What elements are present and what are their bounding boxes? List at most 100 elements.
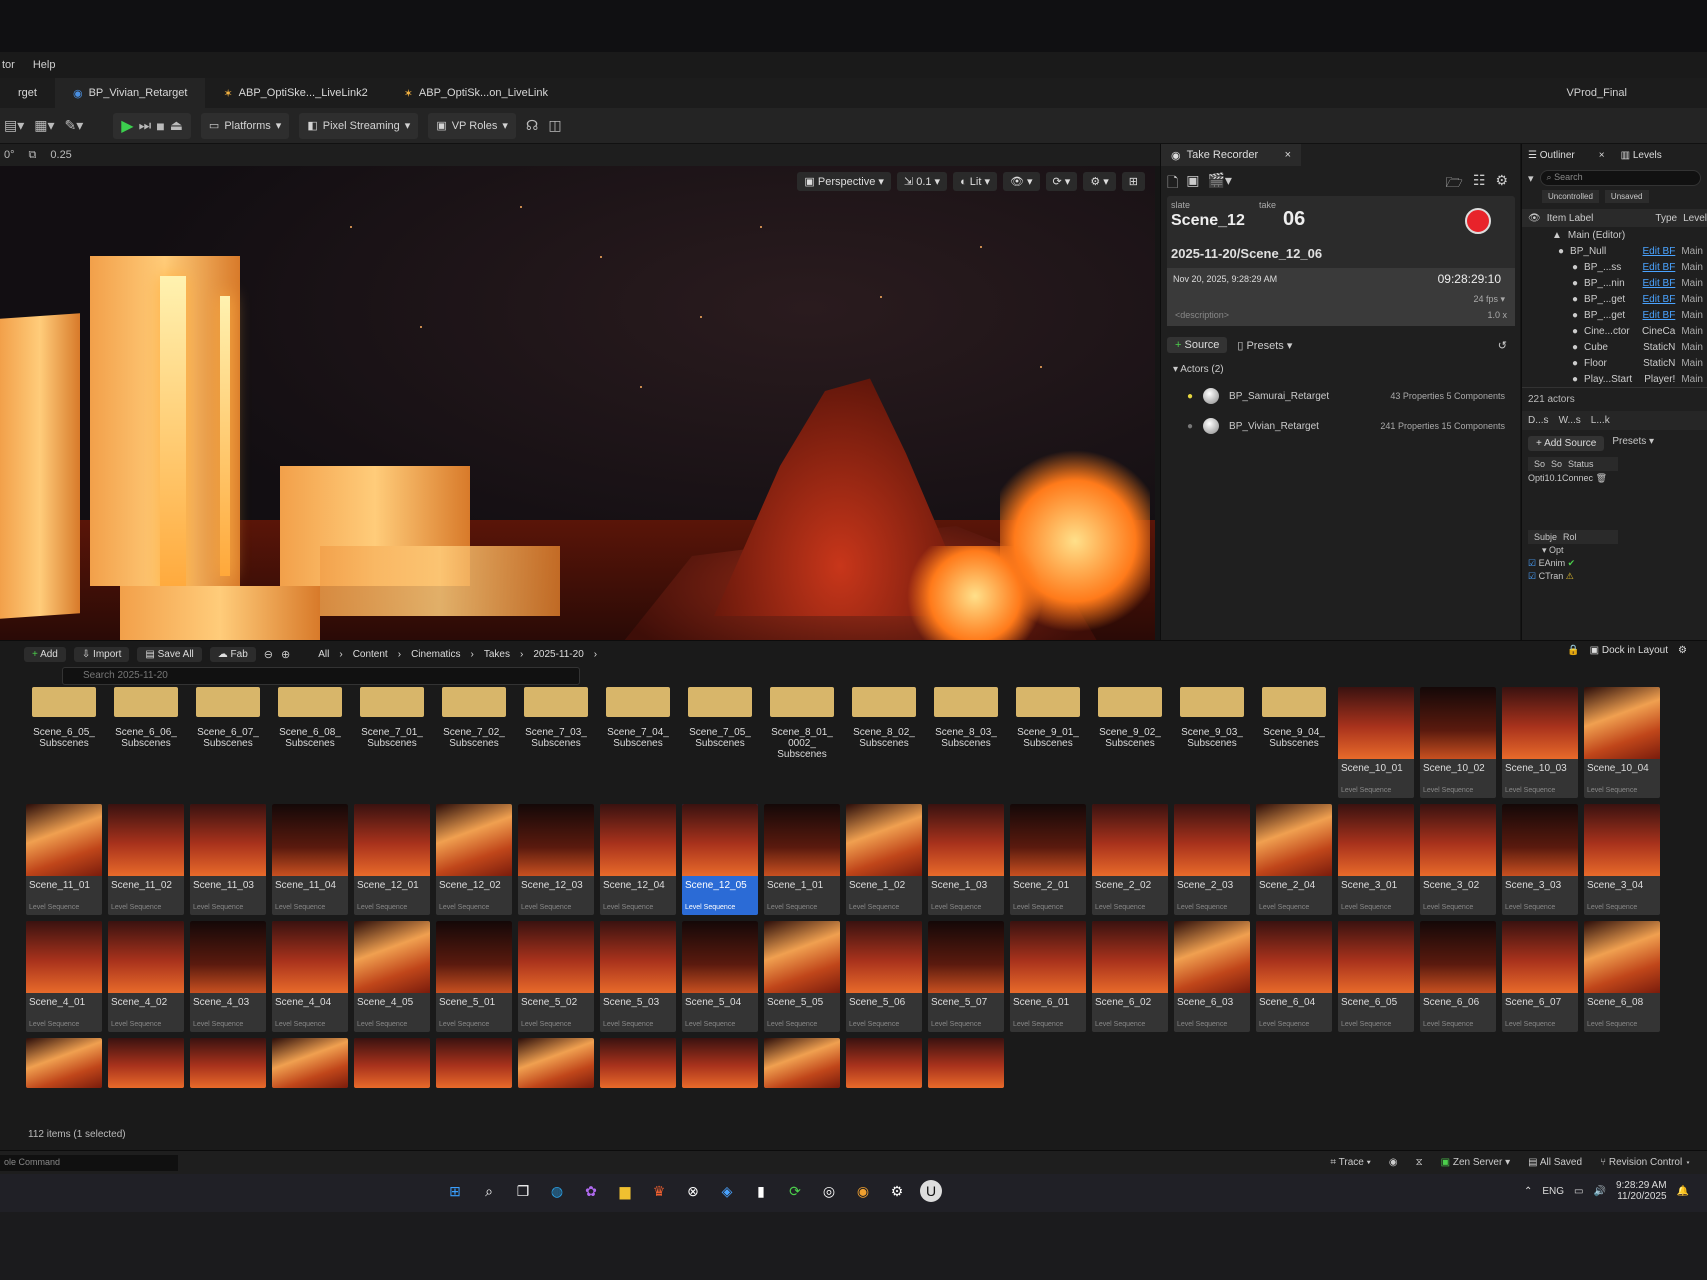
item-type[interactable]: Edit BF [1643,294,1676,305]
take-field[interactable]: 06 [1283,208,1305,231]
menu-item-help[interactable]: Help [33,59,56,71]
level-sequence-asset[interactable]: Scene_5_04 Level Sequence [682,921,758,1032]
new-take-icon[interactable]: 🗋 [1167,172,1178,196]
subject-row[interactable]: ▾ Opt [1522,544,1707,557]
checkbox-icon[interactable]: ☑ [1528,571,1536,581]
forward-icon[interactable]: ⊕ [281,648,290,661]
level-sequence-asset[interactable]: Scene_3_01 Level Sequence [1338,804,1414,915]
folder-item[interactable]: Scene_9_01_ Subscenes [1010,687,1086,779]
level-sequence-asset[interactable]: Scene_1_03 Level Sequence [928,804,1004,915]
column-type[interactable]: Type [1655,213,1677,224]
level-sequence-asset[interactable]: Scene_4_01 Level Sequence [26,921,102,1032]
folder-item[interactable]: Scene_6_05_ Subscenes [26,687,102,779]
folder-item[interactable]: Scene_9_03_ Subscenes [1174,687,1250,779]
level-sequence-asset[interactable]: Scene_4_02 Level Sequence [108,921,184,1032]
breadcrumb-item[interactable]: All [318,649,329,660]
settings-icon[interactable]: ⚙ [1678,645,1687,656]
level-sequence-asset[interactable] [518,1038,594,1088]
item-type[interactable]: Edit BF [1643,278,1676,289]
trace-button[interactable]: ⌗ Trace ▾ [1330,1157,1370,1168]
level-sequence-asset[interactable]: Scene_5_07 Level Sequence [928,921,1004,1032]
level-sequence-asset[interactable]: Scene_3_04 Level Sequence [1584,804,1660,915]
outliner-row[interactable]: ● BP_...nin Edit BF Main [1522,275,1707,291]
level-sequence-asset[interactable]: Scene_6_07 Level Sequence [1502,921,1578,1032]
perspective-button[interactable]: ▣ Perspective ▾ [797,172,891,191]
breadcrumb-item[interactable]: 2025-11-20 [533,649,583,660]
save-all-button[interactable]: ▤ Save All [137,646,202,662]
obs-icon[interactable]: ⊗ [682,1180,704,1202]
brave-icon[interactable]: ♛ [648,1180,670,1202]
level-sequence-asset[interactable]: Scene_1_02 Level Sequence [846,804,922,915]
folder-item[interactable]: Scene_7_05_ Subscenes [682,687,758,779]
outliner-search[interactable]: ⌕ Search [1539,170,1701,186]
level-sequence-asset[interactable]: Scene_10_04 Level Sequence [1584,687,1660,798]
clock[interactable]: 9:28:29 AM 11/20/2025 [1616,1180,1667,1202]
add-source-button[interactable]: + Source [1167,337,1228,353]
menu-item-tools[interactable]: tor [2,59,15,71]
copilot-icon[interactable]: ✿ [580,1180,602,1202]
vp-roles-button[interactable]: ▣ VP Roles ▾ [428,112,516,139]
level-sequence-asset[interactable] [764,1038,840,1088]
pixel-streaming-button[interactable]: ◧ Pixel Streaming ▾ [299,112,419,139]
revision-control-button[interactable]: ⑂ Revision Control ▾ [1600,1157,1691,1168]
folder-item[interactable]: Scene_6_08_ Subscenes [272,687,348,779]
actor-row[interactable]: ● BP_Vivian_Retarget 241 Properties 15 C… [1167,411,1515,441]
record-icon[interactable]: ◉ [1389,1157,1398,1168]
dock-in-layout-button[interactable]: ▣ Dock in Layout [1590,645,1668,656]
level-sequence-asset[interactable]: Scene_5_06 Level Sequence [846,921,922,1032]
app-icon[interactable]: ◈ [716,1180,738,1202]
level-sequence-asset[interactable]: Scene_12_04 Level Sequence [600,804,676,915]
close-icon[interactable]: × [1285,149,1291,161]
level-sequence-asset[interactable]: Scene_2_02 Level Sequence [1092,804,1168,915]
level-sequence-asset[interactable] [26,1038,102,1088]
level-sequence-asset[interactable] [436,1038,512,1088]
level-sequence-asset[interactable]: Scene_2_04 Level Sequence [1256,804,1332,915]
outliner-row[interactable]: ● BP_...get Edit BF Main [1522,307,1707,323]
tab-bp-vivian[interactable]: ◉ BP_Vivian_Retarget [54,78,206,108]
folder-item[interactable]: Scene_9_04_ Subscenes [1256,687,1332,779]
content-search-input[interactable]: Search 2025-11-20 [62,667,580,685]
realtime-icon[interactable]: ⟳ ▾ [1045,172,1078,191]
outliner-row[interactable]: ▲ Main (Editor) [1522,227,1707,243]
level-sequence-asset[interactable]: Scene_10_01 Level Sequence [1338,687,1414,798]
slate-field[interactable]: Scene_12 [1171,212,1245,230]
content-icon[interactable]: ▦▾ [34,117,54,134]
folder-item[interactable]: Scene_8_01_ 0002_ Subscenes [764,687,840,779]
tab-abp-livelink2[interactable]: ✶ ABP_OptiSke..._LiveLink2 [205,78,385,108]
outliner-row[interactable]: ● BP_Null Edit BF Main [1522,243,1707,259]
close-icon[interactable]: × [1599,150,1605,161]
reset-icon[interactable]: ↺ [1498,339,1507,352]
settings-icon[interactable]: ⚙ [1495,172,1508,196]
level-sequence-asset[interactable] [682,1038,758,1088]
eject-icon[interactable]: ⏏ [170,117,183,134]
level-sequence-asset[interactable]: Scene_11_03 Level Sequence [190,804,266,915]
tree-icon[interactable]: ☷ [1473,172,1486,196]
livelink-source-row[interactable]: Opti10.1Connec 🗑 [1522,471,1707,486]
level-sequence-asset[interactable]: Scene_2_01 Level Sequence [1010,804,1086,915]
chrome-icon[interactable]: ◉ [852,1180,874,1202]
level-sequence-asset[interactable]: Scene_10_02 Level Sequence [1420,687,1496,798]
fab-button[interactable]: ☁ Fab [209,646,256,662]
blueprint-menu-icon[interactable]: ✎▾ [65,117,84,134]
search-icon[interactable]: ⌕ [478,1180,500,1202]
add-button[interactable]: + Add [24,646,66,662]
column-level[interactable]: Level [1683,213,1707,224]
level-sequence-asset[interactable]: Scene_12_02 Level Sequence [436,804,512,915]
outliner-row[interactable]: ● BP_...ss Edit BF Main [1522,259,1707,275]
stop-icon[interactable]: ■ [156,118,164,134]
description-field[interactable]: <description> [1175,310,1229,320]
level-sequence-asset[interactable]: Scene_6_01 Level Sequence [1010,921,1086,1032]
uncontrolled-button[interactable]: Uncontrolled [1542,190,1599,203]
subject-row[interactable]: ☑ CTran ⚠ [1522,570,1707,583]
record-button[interactable] [1465,208,1491,234]
settings-icon[interactable]: ⚙ ▾ [1083,172,1116,191]
level-sequence-asset[interactable]: Scene_10_03 Level Sequence [1502,687,1578,798]
tab-retarget[interactable]: rget [0,78,55,108]
filter-icon[interactable]: ▾ [1528,172,1534,185]
volume-icon[interactable]: 🔊 [1594,1186,1606,1197]
tab-outliner[interactable]: ☰ Outliner [1528,150,1575,161]
folder-item[interactable]: Scene_9_02_ Subscenes [1092,687,1168,779]
outliner-row[interactable]: ● BP_...get Edit BF Main [1522,291,1707,307]
outliner-row[interactable]: ● Play...Start Player! Main [1522,371,1707,387]
folder-item[interactable]: Scene_6_07_ Subscenes [190,687,266,779]
